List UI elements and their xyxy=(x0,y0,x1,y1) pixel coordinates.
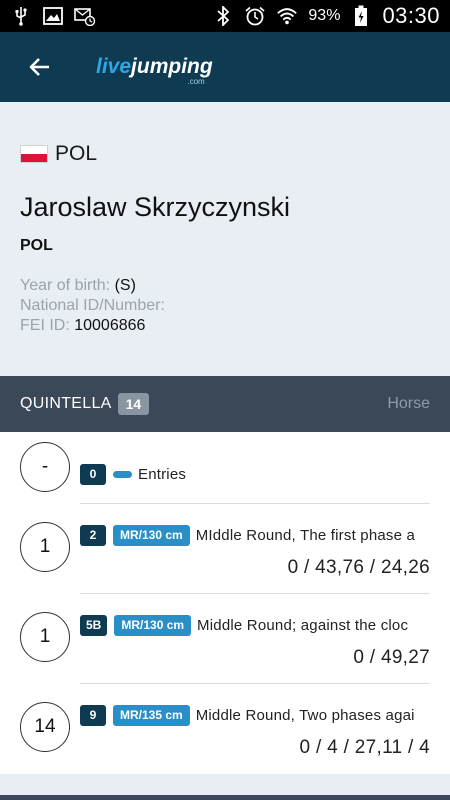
app-bar: live jumping .com xyxy=(0,32,450,102)
fei-id-row: FEI ID: 10006866 xyxy=(20,316,165,336)
image-icon xyxy=(42,6,64,26)
rank-circle: 1 xyxy=(20,612,70,662)
rank-circle: - xyxy=(20,442,70,492)
rank-circle: 1 xyxy=(20,522,70,572)
rider-details: Year of birth: (S) National ID/Number: F… xyxy=(20,276,165,336)
list-item[interactable]: 14 9 MR/135 cm Middle Round, Two phases … xyxy=(0,684,450,774)
horse-name: QUINTELLA xyxy=(20,395,112,412)
poland-flag-icon xyxy=(20,145,48,163)
rider-nationality: POL xyxy=(20,237,53,254)
list-item[interactable]: - 0 Entries xyxy=(0,440,450,510)
competition-number-badge: 0 xyxy=(80,463,106,485)
list-item[interactable]: 1 5B MR/130 cm Middle Round; against the… xyxy=(0,594,450,684)
class-badge: MR/130 cm xyxy=(113,524,190,546)
class-badge: MR/135 cm xyxy=(113,704,190,726)
usb-icon xyxy=(10,6,32,26)
status-bar-notifications xyxy=(10,6,96,26)
competition-number-badge: 2 xyxy=(80,524,106,546)
clock: 03:30 xyxy=(382,3,440,28)
logo-live: live xyxy=(96,55,132,78)
entries-indicator-pill xyxy=(113,470,132,478)
list-item[interactable]: 1 2 MR/130 cm MIddle Round, The first ph… xyxy=(0,504,450,594)
status-bar: 93% 03:30 xyxy=(0,0,450,32)
year-of-birth-label: Year of birth: xyxy=(20,277,111,294)
bottom-strip xyxy=(0,774,450,800)
competition-number-badge: 9 xyxy=(80,704,106,726)
class-badge: MR/130 cm xyxy=(114,614,192,636)
result-score: 0 / 4 / 27,11 / 4 xyxy=(299,737,430,758)
competition-number-badge: 5B xyxy=(80,614,108,636)
year-of-birth-row: Year of birth: (S) xyxy=(20,276,165,296)
horse-label: Horse xyxy=(387,395,430,412)
nation-row: POL xyxy=(20,142,97,166)
national-id-label: National ID/Number: xyxy=(20,297,165,314)
rider-name: Jaroslaw Skrzyczynski xyxy=(20,192,291,222)
competition-description: Middle Round; against the cloc xyxy=(197,616,409,634)
national-id-row: National ID/Number: xyxy=(20,296,165,316)
battery-percent: 93% xyxy=(308,7,341,24)
fei-id-value: 10006866 xyxy=(74,317,146,334)
results-list: - 0 Entries 1 2 MR/130 cm MIddle Round, … xyxy=(0,432,450,774)
horse-header[interactable]: QUINTELLA 14 Horse xyxy=(0,376,450,432)
livejumping-logo[interactable]: live jumping .com xyxy=(96,50,213,86)
result-score: 0 / 49,27 xyxy=(353,647,430,668)
year-of-birth-value: (S) xyxy=(114,277,136,294)
battery-icon xyxy=(350,5,372,26)
logo-com: .com xyxy=(187,77,205,86)
competition-description: MIddle Round, The first phase a xyxy=(195,526,416,544)
wifi-icon xyxy=(276,6,298,26)
competition-description: Middle Round, Two phases agai xyxy=(195,706,415,724)
competition-description: Entries xyxy=(138,465,187,483)
bluetooth-icon xyxy=(212,6,234,26)
alarm-icon xyxy=(244,6,266,26)
flag-nation-code: POL xyxy=(55,142,98,165)
horse-count-badge: 14 xyxy=(117,393,150,415)
result-score: 0 / 43,76 / 24,26 xyxy=(287,557,430,578)
logo-jumping: jumping xyxy=(131,55,213,78)
arrow-left-icon xyxy=(29,58,49,76)
fei-id-label: FEI ID: xyxy=(20,317,70,334)
back-button[interactable] xyxy=(26,53,54,81)
rank-circle: 14 xyxy=(20,702,70,752)
rider-info-panel: POL Jaroslaw Skrzyczynski POL Year of bi… xyxy=(0,102,450,376)
email-icon xyxy=(74,6,96,26)
status-bar-system: 93% 03:30 xyxy=(212,3,440,29)
